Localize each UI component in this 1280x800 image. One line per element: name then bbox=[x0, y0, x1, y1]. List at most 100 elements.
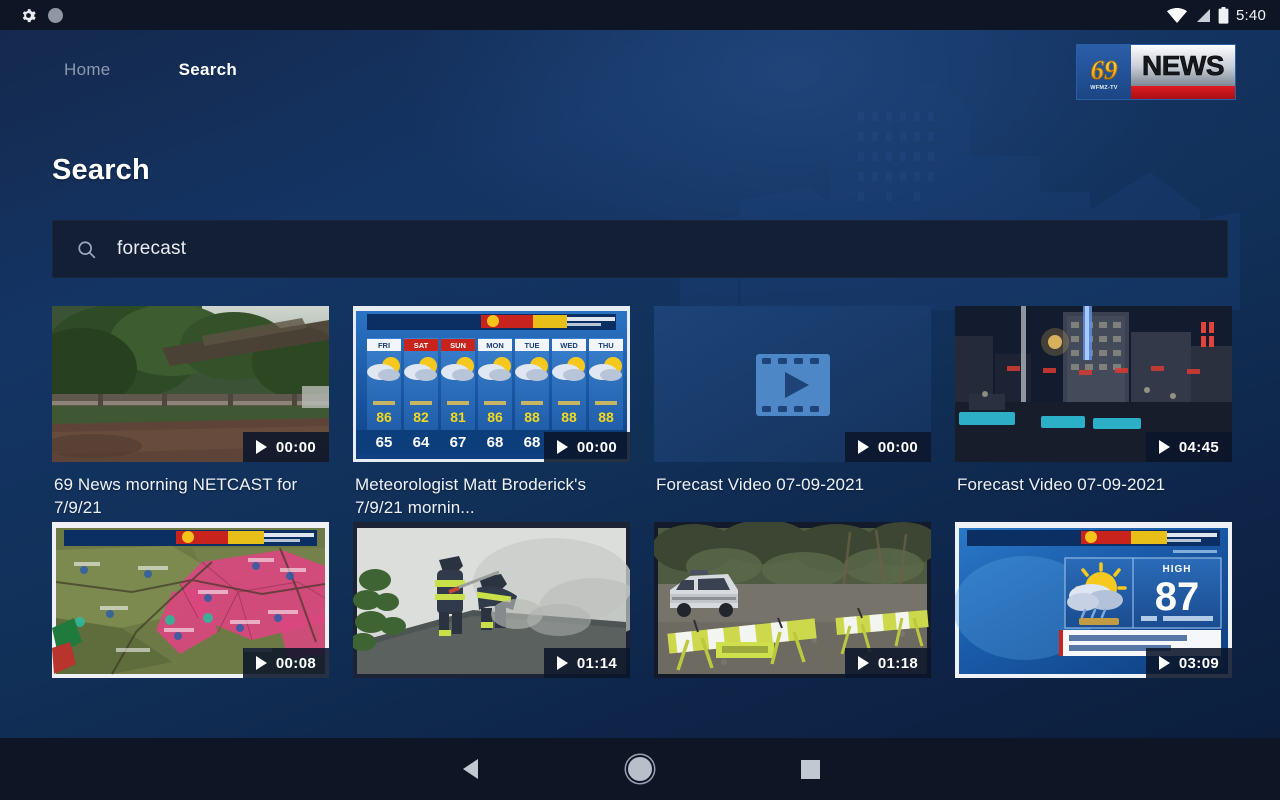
video-title: Forecast Video 07-09-2021 bbox=[957, 475, 1166, 494]
video-title: Meteorologist Matt Broderick's 7/9/21 mo… bbox=[355, 475, 587, 514]
svg-text:WED: WED bbox=[560, 341, 578, 350]
svg-text:65: 65 bbox=[376, 434, 393, 451]
recents-button[interactable] bbox=[725, 738, 895, 800]
logo-red-bar bbox=[1131, 86, 1235, 99]
video-thumbnail[interactable]: 00:00 bbox=[52, 306, 329, 462]
duration-text: 00:00 bbox=[877, 438, 919, 456]
film-strip-icon bbox=[756, 354, 830, 416]
duration-text: 03:09 bbox=[1178, 654, 1220, 672]
svg-text:FRI: FRI bbox=[378, 341, 390, 350]
play-icon bbox=[255, 440, 267, 454]
search-bar[interactable] bbox=[52, 220, 1228, 278]
svg-text:SAT: SAT bbox=[414, 341, 429, 350]
status-bar-right: 5:40 bbox=[1167, 6, 1280, 24]
status-bar: 5:40 bbox=[0, 0, 1280, 30]
video-thumbnail[interactable]: 01:18 bbox=[654, 522, 931, 678]
duration-badge: 00:08 bbox=[243, 648, 329, 678]
logo-channel-number-block: 69 WFMZ-TV bbox=[1077, 45, 1131, 99]
video-title bbox=[353, 678, 630, 690]
play-icon bbox=[556, 656, 568, 670]
duration-badge: 00:00 bbox=[544, 432, 630, 462]
svg-text:THU: THU bbox=[598, 341, 613, 350]
svg-text:HIGH: HIGH bbox=[1163, 564, 1192, 575]
svg-text:68: 68 bbox=[524, 434, 541, 451]
play-icon bbox=[857, 656, 869, 670]
svg-text:87: 87 bbox=[1155, 575, 1200, 619]
video-card[interactable]: 04:45 Forecast Video 07-09-2021 bbox=[955, 306, 1232, 514]
home-button[interactable] bbox=[555, 738, 725, 800]
app-root: 5:40 Home Search 69 WFMZ-TV NEWS Search … bbox=[0, 0, 1280, 800]
video-title bbox=[654, 678, 931, 690]
duration-badge: 04:45 bbox=[1146, 432, 1232, 462]
nav-tabs: Home Search bbox=[0, 54, 249, 86]
svg-text:67: 67 bbox=[450, 434, 467, 451]
video-card[interactable]: 00:00 Forecast Video 07-09-2021 bbox=[654, 306, 931, 514]
duration-badge: 00:00 bbox=[243, 432, 329, 462]
svg-text:MON: MON bbox=[486, 341, 504, 350]
back-button[interactable] bbox=[385, 738, 555, 800]
video-card[interactable]: HIGH 87 03:09 bbox=[955, 522, 1232, 690]
svg-text:64: 64 bbox=[413, 434, 430, 451]
play-icon bbox=[1158, 440, 1170, 454]
logo-news-word-area: NEWS bbox=[1131, 45, 1235, 86]
logo-callsign: WFMZ-TV bbox=[1090, 85, 1118, 91]
video-results-grid: 00:00 69 News morning NETCAST for 7/9/21 bbox=[0, 306, 1280, 690]
play-icon bbox=[556, 440, 568, 454]
circle-indicator-icon bbox=[48, 7, 63, 23]
logo-news-word: NEWS bbox=[1142, 49, 1225, 81]
cell-signal-icon bbox=[1197, 8, 1210, 22]
duration-badge: 00:00 bbox=[845, 432, 931, 462]
logo-news-block: NEWS bbox=[1131, 45, 1235, 99]
tab-search[interactable]: Search bbox=[167, 54, 250, 86]
main-content: Search forecast 00:00 69 News morning NE… bbox=[0, 110, 1280, 738]
svg-text:88: 88 bbox=[524, 409, 540, 425]
search-input[interactable] bbox=[117, 238, 1228, 260]
duration-text: 01:18 bbox=[877, 654, 919, 672]
system-navigation-bar bbox=[0, 738, 1280, 800]
video-thumbnail[interactable]: 00:08 bbox=[52, 522, 329, 678]
svg-text:88: 88 bbox=[561, 409, 577, 425]
svg-text:86: 86 bbox=[487, 409, 503, 425]
logo-number: 69 bbox=[1090, 55, 1118, 85]
svg-text:TUE: TUE bbox=[525, 341, 540, 350]
svg-text:SUN: SUN bbox=[450, 341, 466, 350]
status-clock: 5:40 bbox=[1236, 6, 1266, 24]
duration-text: 00:00 bbox=[275, 438, 317, 456]
duration-badge: 01:18 bbox=[845, 648, 931, 678]
video-thumbnail[interactable]: FRI SAT SUN MON TUE WED THU 86 82 81 86 … bbox=[353, 306, 630, 462]
video-title bbox=[52, 678, 329, 690]
duration-text: 01:14 bbox=[576, 654, 618, 672]
play-icon bbox=[255, 656, 267, 670]
top-navigation-bar: Home Search 69 WFMZ-TV NEWS bbox=[0, 30, 1280, 110]
video-title: Forecast Video 07-09-2021 bbox=[656, 475, 865, 494]
duration-badge: 03:09 bbox=[1146, 648, 1232, 678]
video-thumbnail[interactable]: 04:45 bbox=[955, 306, 1232, 462]
recents-square-icon bbox=[800, 759, 820, 779]
video-thumbnail[interactable]: 01:14 bbox=[353, 522, 630, 678]
page-title: Search bbox=[52, 154, 150, 186]
play-icon bbox=[1158, 656, 1170, 670]
status-bar-left bbox=[0, 7, 63, 24]
back-triangle-icon bbox=[462, 759, 478, 779]
search-icon bbox=[78, 240, 96, 258]
duration-text: 00:08 bbox=[275, 654, 317, 672]
tab-home[interactable]: Home bbox=[52, 54, 123, 86]
duration-badge: 01:14 bbox=[544, 648, 630, 678]
video-thumbnail[interactable]: 00:00 bbox=[654, 306, 931, 462]
video-title bbox=[955, 678, 1232, 690]
video-thumbnail[interactable]: HIGH 87 03:09 bbox=[955, 522, 1232, 678]
wifi-icon bbox=[1167, 7, 1187, 23]
home-circle-icon bbox=[628, 757, 652, 781]
duration-text: 00:00 bbox=[576, 438, 618, 456]
svg-text:82: 82 bbox=[413, 409, 429, 425]
video-card[interactable]: FRI SAT SUN MON TUE WED THU 86 82 81 86 … bbox=[353, 306, 630, 514]
video-card[interactable]: 01:18 bbox=[654, 522, 931, 690]
play-icon bbox=[857, 440, 869, 454]
duration-text: 04:45 bbox=[1178, 438, 1220, 456]
svg-text:81: 81 bbox=[450, 409, 466, 425]
video-card[interactable]: 01:14 bbox=[353, 522, 630, 690]
video-card[interactable]: 00:08 bbox=[52, 522, 329, 690]
svg-text:88: 88 bbox=[598, 409, 614, 425]
station-logo[interactable]: 69 WFMZ-TV NEWS bbox=[1076, 44, 1236, 100]
video-card[interactable]: 00:00 69 News morning NETCAST for 7/9/21 bbox=[52, 306, 329, 514]
